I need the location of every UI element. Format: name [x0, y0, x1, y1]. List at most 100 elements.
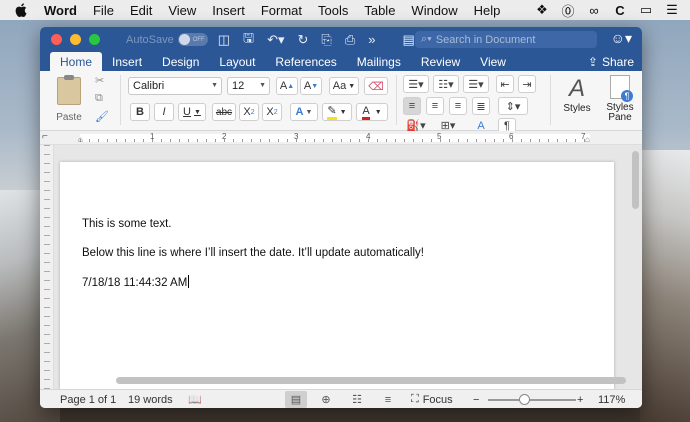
right-indent-marker-icon[interactable]: ⌂: [585, 135, 590, 144]
line-spacing-button[interactable]: ⇕▾: [498, 97, 528, 115]
grow-font-button[interactable]: A ▲: [276, 77, 298, 95]
undo-icon[interactable]: ↶▾: [267, 32, 284, 48]
web-layout-view-icon[interactable]: ⊕: [315, 391, 337, 408]
bullets-button[interactable]: ☰▾: [403, 75, 429, 93]
menu-view[interactable]: View: [168, 3, 196, 18]
highlight-color-button[interactable]: ✎ ▼: [322, 103, 352, 121]
decrease-indent-button[interactable]: ⇤: [496, 75, 514, 93]
text-effects-button[interactable]: A ▼: [290, 103, 318, 121]
menu-format[interactable]: Format: [261, 3, 302, 18]
notification-icon[interactable]: ☰: [664, 2, 680, 18]
zoom-out-button[interactable]: −: [473, 390, 479, 408]
copy-icon[interactable]: ⧉: [95, 92, 109, 105]
menu-table[interactable]: Table: [364, 3, 395, 18]
font-name-select[interactable]: Calibri ▼: [128, 77, 222, 95]
tab-home[interactable]: Home: [50, 52, 103, 71]
sidebar-icon[interactable]: ◫: [218, 32, 230, 48]
search-box[interactable]: ⌕▾ Search in Document: [415, 31, 597, 48]
page-count[interactable]: Page 1 of 1: [60, 390, 116, 408]
onepassword-icon[interactable]: ⓪: [560, 2, 576, 19]
search-input[interactable]: Search in Document: [436, 34, 536, 46]
c-icon[interactable]: C: [612, 2, 628, 18]
tab-stop-icon[interactable]: ⌐: [42, 131, 48, 142]
paste-button[interactable]: Paste: [50, 75, 88, 125]
indent-marker-icon[interactable]: ⌂: [78, 135, 83, 144]
menu-tools[interactable]: Tools: [318, 3, 348, 18]
draft-view-icon[interactable]: ≡: [377, 391, 399, 408]
menu-help[interactable]: Help: [474, 3, 501, 18]
line-spacing-icon: ⇕▾: [505, 100, 521, 113]
clear-formatting-button[interactable]: ⌫: [364, 77, 388, 95]
align-right-button[interactable]: ≡: [449, 97, 467, 115]
save-icon[interactable]: 🖫: [243, 29, 254, 51]
date-field[interactable]: 7/18/18 11:44:32 AM: [82, 275, 190, 289]
justify-button[interactable]: ≣: [472, 97, 490, 115]
document-page[interactable]: This is some text. Below this line is wh…: [60, 162, 614, 389]
autosave-toggle[interactable]: OFF: [177, 33, 208, 46]
print-icon[interactable]: ⎙: [345, 32, 355, 48]
justify-icon: ≣: [476, 100, 486, 113]
format-painter-brush-icon[interactable]: 🖌: [95, 110, 109, 123]
tab-design[interactable]: Design: [152, 52, 209, 71]
strikethrough-button[interactable]: abc: [212, 103, 236, 121]
menu-edit[interactable]: Edit: [130, 3, 152, 18]
word-count[interactable]: 19 words: [128, 390, 173, 408]
underline-button[interactable]: U ▼: [178, 103, 206, 121]
creative-cloud-icon[interactable]: ∞: [586, 2, 602, 18]
change-case-button[interactable]: Aa ▼: [329, 77, 359, 95]
tab-mailings[interactable]: Mailings: [347, 52, 411, 71]
format-painter-icon[interactable]: ⎘: [321, 32, 331, 48]
zoom-slider-thumb[interactable]: [519, 394, 531, 405]
outline-view-icon[interactable]: ☷: [346, 391, 368, 408]
menu-window[interactable]: Window: [411, 3, 457, 18]
proofing-icon[interactable]: 📖: [188, 390, 202, 408]
align-left-button[interactable]: ≡: [403, 97, 421, 115]
horizontal-ruler[interactable]: ⌐ 1 2 3 4 5 6 7 ⌂ ⌂: [40, 131, 642, 145]
subscript-button[interactable]: X2: [239, 103, 259, 121]
font-color-button[interactable]: A ▼: [356, 103, 388, 121]
bold-button[interactable]: B: [130, 103, 150, 121]
styles-button[interactable]: A Styles: [558, 75, 596, 127]
tab-insert[interactable]: Insert: [102, 52, 152, 71]
tab-view[interactable]: View: [470, 52, 516, 71]
vertical-scrollbar[interactable]: [632, 151, 639, 209]
increase-indent-button[interactable]: ⇥: [518, 75, 536, 93]
autosave[interactable]: AutoSave OFF: [126, 33, 208, 46]
superscript-button[interactable]: X2: [262, 103, 282, 121]
tab-layout[interactable]: Layout: [209, 52, 265, 71]
redo-icon[interactable]: ↻: [298, 32, 309, 48]
zoom-level[interactable]: 117%: [598, 390, 625, 408]
horizontal-scrollbar[interactable]: [116, 377, 626, 384]
zoom-window-button[interactable]: [89, 34, 100, 45]
vertical-ruler[interactable]: [40, 145, 54, 389]
more-commands-icon[interactable]: »: [368, 32, 375, 47]
document-icon[interactable]: ▤: [402, 32, 414, 48]
shrink-font-button[interactable]: A ▼: [300, 77, 322, 95]
multilevel-list-button[interactable]: ☰▾: [463, 75, 489, 93]
menu-app-word[interactable]: Word: [44, 3, 77, 18]
document-paragraph[interactable]: This is some text.: [82, 218, 171, 230]
font-size-select[interactable]: 12 ▼: [227, 77, 270, 95]
numbering-button[interactable]: ☷▾: [433, 75, 459, 93]
focus-button[interactable]: ⛶ Focus: [411, 390, 453, 408]
dropbox-icon[interactable]: ❖: [534, 2, 550, 18]
tab-review[interactable]: Review: [411, 52, 470, 71]
share-button[interactable]: ⇪ Share: [588, 52, 634, 71]
align-center-button[interactable]: ≡: [426, 97, 444, 115]
document-paragraph[interactable]: Below this line is where I’ll insert the…: [82, 247, 424, 259]
italic-button[interactable]: I: [154, 103, 174, 121]
ruler-number: 3: [294, 132, 299, 141]
zoom-slider[interactable]: [488, 399, 576, 401]
print-layout-view-icon[interactable]: ▤: [285, 391, 307, 408]
tab-references[interactable]: References: [265, 52, 346, 71]
airplay-icon[interactable]: ▭: [638, 2, 654, 18]
apple-icon[interactable]: [12, 3, 30, 17]
menu-file[interactable]: File: [93, 3, 114, 18]
zoom-in-button[interactable]: +: [577, 390, 583, 408]
menu-insert[interactable]: Insert: [212, 3, 245, 18]
close-window-button[interactable]: [51, 34, 62, 45]
cut-icon[interactable]: ✂: [95, 74, 109, 87]
minimize-window-button[interactable]: [70, 34, 81, 45]
feedback-smiley-icon[interactable]: ☺▾: [611, 30, 632, 47]
styles-pane-button[interactable]: Styles Pane: [600, 75, 640, 129]
